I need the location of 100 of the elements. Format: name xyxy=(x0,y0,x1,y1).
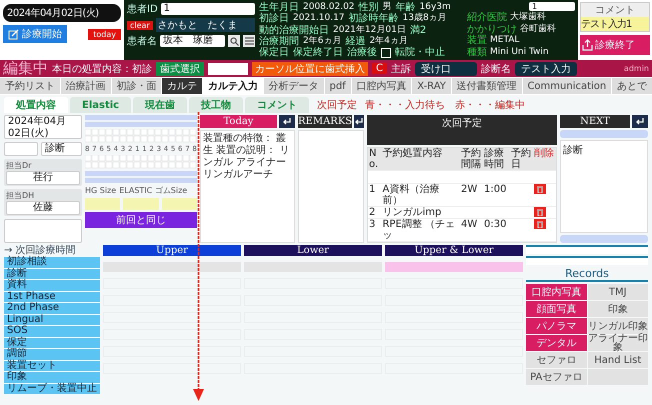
info-label: 装置 xyxy=(467,35,487,46)
arch-header: Lower xyxy=(244,245,382,256)
user-name: admin xyxy=(624,64,649,73)
today-button[interactable]: today xyxy=(88,28,121,40)
enter-button[interactable] xyxy=(354,115,364,128)
nav-tab[interactable]: カルテ xyxy=(162,78,202,94)
patient-name-label: 患者名 xyxy=(127,34,157,48)
info-label: 初診時年齢 xyxy=(348,13,399,24)
start-button[interactable]: 診療開始 xyxy=(3,25,67,43)
info-label: 保定終了日 xyxy=(293,47,343,58)
today-treatment: 本日の処置内容：初診 xyxy=(52,62,152,76)
category-item[interactable]: 初診相談 xyxy=(4,257,100,268)
nav-tab[interactable]: 治療計画 xyxy=(60,78,111,94)
info-label: 満2 xyxy=(410,24,426,36)
list-item[interactable]: 診断 xyxy=(563,145,583,156)
clear-button[interactable]: clear xyxy=(127,20,153,30)
next-plan-header: 次回予定 xyxy=(367,115,557,145)
hg-size-label: HG Size xyxy=(85,186,116,195)
c-button[interactable]: C xyxy=(372,63,387,74)
info-label: 治療期間 xyxy=(259,36,299,47)
doctor-field[interactable]: 荏行 xyxy=(6,171,80,185)
record-button[interactable]: 顔面写真 xyxy=(526,301,586,317)
arch-header: Upper xyxy=(103,245,241,256)
record-button[interactable]: アライナー印象 xyxy=(588,335,648,351)
sub-tab[interactable]: 技工物 xyxy=(189,97,244,113)
record-button[interactable]: Hand List xyxy=(588,352,648,368)
nav-tab[interactable]: X-RAY xyxy=(412,78,451,94)
category-item[interactable]: SOS xyxy=(4,326,100,336)
memo-field[interactable] xyxy=(4,219,82,243)
record-button[interactable]: 印象 xyxy=(588,301,648,317)
nav-tab[interactable]: 初診・面 xyxy=(112,78,162,94)
nav-tab[interactable]: pdf xyxy=(324,78,351,94)
category-item[interactable]: 1st Phase xyxy=(4,292,100,302)
size-field[interactable] xyxy=(162,198,197,210)
delete-button[interactable] xyxy=(534,219,546,229)
info-value: 2021.10.17 xyxy=(293,13,345,24)
trash-icon xyxy=(536,186,543,192)
table-cell-text: 0:30 xyxy=(483,219,508,232)
date-field[interactable]: 2024年04月02日(火) xyxy=(4,115,82,139)
nav-tab[interactable]: 送付書類管理 xyxy=(452,78,522,94)
category-item[interactable]: リムーブ・装置中止 xyxy=(4,384,100,394)
category-item[interactable]: 印象 xyxy=(4,372,100,382)
delete-button[interactable] xyxy=(534,207,546,217)
side-field[interactable]: 1 xyxy=(529,2,575,11)
today-note-field[interactable]: 装置種の特徴： 叢生 装置の説明： リンガル アライナー リンガルアーチ xyxy=(200,130,295,243)
diagnosis-field[interactable]: テスト入力 xyxy=(514,62,577,76)
info-label: 治療後 xyxy=(347,47,377,58)
same-as-last-button[interactable]: 前回と同じ xyxy=(85,212,197,228)
table-cell-text: 2W xyxy=(460,184,478,197)
comment-box[interactable]: コメント テスト入力1 xyxy=(580,2,650,32)
list-button[interactable] xyxy=(243,35,255,47)
sub-tab[interactable]: Elastic xyxy=(70,97,132,113)
sub-tab[interactable]: 現在歯 xyxy=(133,97,188,113)
diagnosis-field[interactable]: 診断 xyxy=(41,142,82,156)
size-field[interactable] xyxy=(123,198,159,210)
record-button[interactable]: パノラマ xyxy=(526,318,586,334)
nav-tab[interactable]: あとで xyxy=(612,78,652,94)
sub-tab[interactable]: 処置内容 xyxy=(4,97,68,113)
info-value: 男 xyxy=(382,2,392,12)
patient-name-field[interactable]: 坂本 琢磨 xyxy=(160,35,225,47)
note-line: 装置種の特徴： 叢生 装置の説明： リンガル アライナー xyxy=(203,133,290,169)
nav-tab[interactable]: 予約リスト xyxy=(0,78,60,94)
enter-button[interactable] xyxy=(632,115,648,128)
return-icon xyxy=(282,117,292,126)
tooth-field[interactable] xyxy=(208,62,248,74)
column-header: 予約日 xyxy=(510,148,532,170)
trash-icon xyxy=(536,220,543,228)
size-field[interactable] xyxy=(85,198,120,210)
tooth-select-button[interactable]: 歯式選択 xyxy=(156,62,204,76)
category-item[interactable]: 診断 xyxy=(4,268,100,279)
visit-time-label: → 次回診療時間 xyxy=(4,245,77,256)
hygienist-label: 担当DH xyxy=(6,190,36,201)
patient-id-field[interactable]: 1 xyxy=(160,3,255,15)
record-button[interactable]: デンタル xyxy=(526,335,586,351)
end-button[interactable]: 診療終了 xyxy=(580,35,650,55)
record-button[interactable]: TMJ xyxy=(588,284,648,300)
complaint-field[interactable]: 受け口 xyxy=(414,62,477,76)
nav-tab[interactable]: 分析データ xyxy=(264,78,324,94)
enter-button[interactable] xyxy=(279,115,295,128)
category-item[interactable]: 2nd Phase xyxy=(4,303,100,314)
diagnosis-label: 診断名 xyxy=(480,62,511,76)
hygienist-field[interactable]: 佐藤 xyxy=(6,201,80,215)
record-button[interactable]: 口腔内写真 xyxy=(526,284,586,300)
category-item[interactable]: 資料 xyxy=(4,280,100,290)
category-item[interactable]: 調節 xyxy=(4,349,100,360)
search-button[interactable] xyxy=(228,35,240,47)
sub-tab[interactable]: コメント xyxy=(245,97,310,113)
delete-button[interactable] xyxy=(534,184,546,194)
table-cell-text: リンガルimp xyxy=(381,207,442,218)
record-button[interactable]: セファロ xyxy=(526,352,586,368)
record-button[interactable]: リンガル印象 xyxy=(588,318,648,334)
category-item[interactable]: 保定 xyxy=(4,338,100,348)
record-button[interactable]: PAセファロ xyxy=(526,369,586,385)
category-item[interactable]: Lingual xyxy=(4,314,100,325)
category-item[interactable]: 装置セット xyxy=(4,360,100,371)
blank-field[interactable] xyxy=(4,142,38,156)
nav-tab[interactable]: 口腔内写真 xyxy=(352,78,412,94)
elastic-size-label: ELASTIC ゴムSize xyxy=(119,185,188,196)
nav-tab[interactable]: Communication xyxy=(522,78,612,94)
transfer-checkbox[interactable] xyxy=(381,48,391,58)
